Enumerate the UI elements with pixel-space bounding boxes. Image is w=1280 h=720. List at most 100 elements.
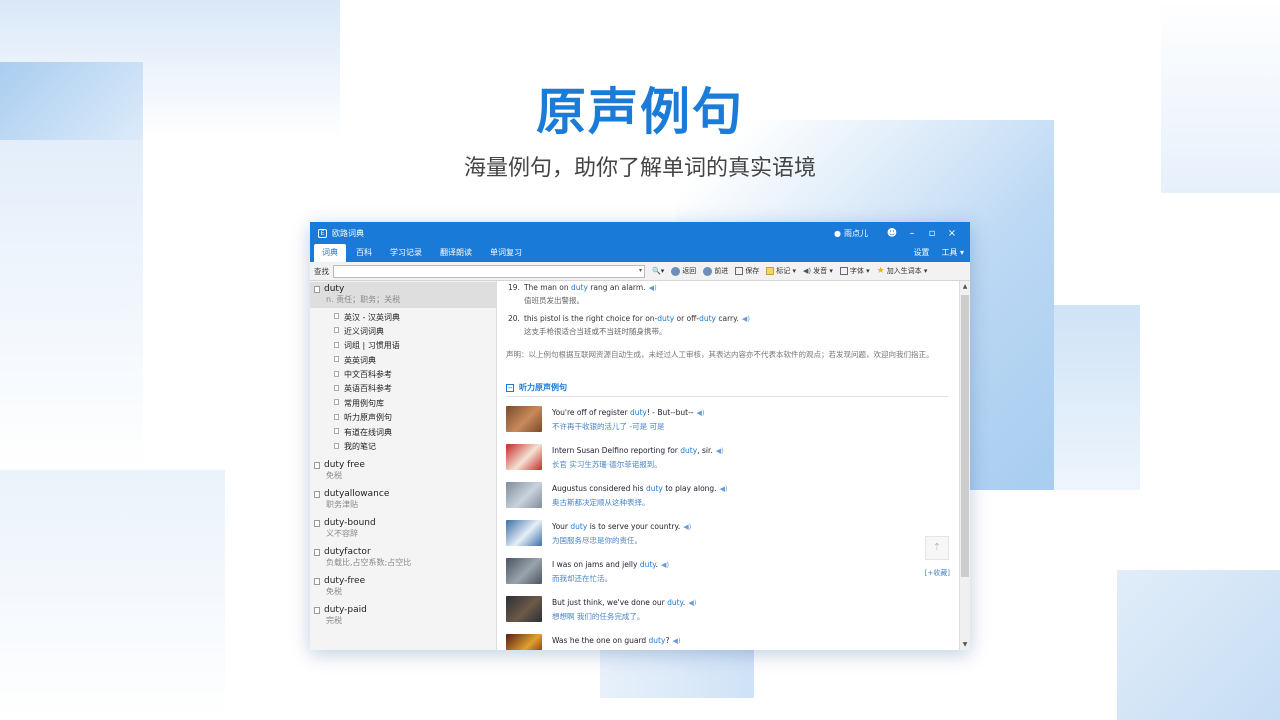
entry-word: dutyallowance (324, 489, 496, 499)
document-icon (334, 414, 339, 420)
user-account[interactable]: ● 雨点儿 (834, 228, 868, 239)
clip-text: Intern Susan Delfino reporting for (552, 446, 680, 455)
document-icon (314, 520, 320, 527)
clip-thumbnail[interactable] (506, 596, 542, 622)
clip-thumbnail[interactable] (506, 558, 542, 584)
speaker-icon[interactable]: ◀) (716, 447, 724, 455)
clip-thumbnail[interactable] (506, 520, 542, 546)
back-button[interactable]: 返回 (671, 266, 696, 276)
tab-review[interactable]: 单词复习 (482, 244, 530, 262)
section-header[interactable]: − 听力原声例句 (506, 382, 948, 397)
document-icon (314, 491, 320, 498)
clip-item[interactable]: But just think, we've done our duty.◀)想想… (506, 596, 970, 625)
source-item[interactable]: 有道在线词典 (310, 425, 496, 439)
search-options-button[interactable]: 🔍▾ (652, 267, 664, 275)
settings-menu[interactable]: 设置 (907, 247, 935, 262)
speak-button[interactable]: ◀)发音 ▾ (803, 266, 833, 276)
bg-block (0, 470, 225, 720)
clip-item[interactable]: Your duty is to serve your country.◀)为国服… (506, 520, 970, 549)
sentence-text: or off- (674, 314, 699, 323)
entry-definition: 职务津贴 (326, 499, 496, 510)
clip-item[interactable]: I was on jams and jelly duty.◀)而我却还在忙活。 (506, 558, 970, 587)
source-item[interactable]: 我的笔记 (310, 440, 496, 454)
scrollbar[interactable]: ▲ ▼ (959, 281, 970, 650)
speaker-icon[interactable]: ◀) (661, 561, 669, 569)
clip-thumbnail[interactable] (506, 406, 542, 432)
tools-menu[interactable]: 工具 ▾ (935, 247, 970, 262)
source-label: 我的笔记 (344, 442, 376, 451)
back-to-top-button[interactable]: ⇡ (925, 536, 949, 560)
speaker-icon[interactable]: ◀) (696, 409, 704, 417)
speaker-icon: ◀) (803, 267, 811, 275)
example-sentence: 20.this pistol is the right choice for o… (506, 314, 970, 337)
source-item[interactable]: 英汉 - 汉英词典 (310, 310, 496, 324)
clip-item[interactable]: Was he the one on guard duty?◀)就是那个守卫啊？ (506, 634, 970, 650)
section-title: 听力原声例句 (519, 382, 567, 393)
font-button[interactable]: 字体 ▾ (840, 266, 870, 276)
word-entry[interactable]: duty free免税 (310, 458, 496, 484)
clip-text: I was on jams and jelly (552, 560, 640, 569)
clip-item[interactable]: Augustus considered his duty to play alo… (506, 482, 970, 511)
clip-thumbnail[interactable] (506, 482, 542, 508)
speaker-icon[interactable]: ◀) (742, 315, 750, 323)
clip-item[interactable]: Intern Susan Delfino reporting for duty,… (506, 444, 970, 473)
font-icon (840, 267, 848, 275)
source-item[interactable]: 中文百科参考 (310, 368, 496, 382)
word-entry[interactable]: dutyfactor负载比,占空系数;占空比 (310, 545, 496, 571)
speaker-icon[interactable]: ◀) (683, 523, 691, 531)
forward-button[interactable]: 前进 (703, 266, 728, 276)
close-button[interactable]: × (942, 228, 962, 239)
save-button[interactable]: 保存 (735, 266, 759, 276)
search-dropdown-icon[interactable]: ▾ (639, 267, 642, 274)
tab-encyclopedia[interactable]: 百科 (348, 244, 380, 262)
feedback-icon[interactable]: ☻ (882, 228, 902, 239)
collapse-icon[interactable]: − (506, 384, 514, 392)
clip-thumbnail[interactable] (506, 634, 542, 650)
maximize-button[interactable]: ▫ (922, 228, 942, 239)
back-icon (671, 267, 680, 276)
tab-study-record[interactable]: 学习记录 (382, 244, 430, 262)
source-item[interactable]: 英英词典 (310, 353, 496, 367)
clip-item[interactable]: You're off of register duty! - But--but-… (506, 406, 970, 435)
source-item[interactable]: 听力原声例句 (310, 411, 496, 425)
speaker-icon[interactable]: ◀) (688, 599, 696, 607)
speaker-icon[interactable]: ◀) (672, 637, 680, 645)
source-label: 听力原声例句 (344, 413, 392, 422)
tab-translate[interactable]: 翻译朗读 (432, 244, 480, 262)
clip-translation: 为国服务尽忠是你的责任。 (552, 535, 691, 546)
highlight-word: duty (680, 446, 697, 455)
clip-translation: 长官 实习生苏珊·德尔菲诺报到。 (552, 459, 724, 470)
word-entry[interactable]: duty-free免税 (310, 574, 496, 600)
speaker-icon[interactable]: ◀) (720, 485, 728, 493)
source-label: 英汉 - 汉英词典 (344, 313, 400, 322)
document-icon (334, 443, 339, 449)
source-item[interactable]: 英语百科参考 (310, 382, 496, 396)
sentence-translation: 这支手枪很适合当班或不当班时随身携带。 (524, 326, 970, 337)
word-entry[interactable]: dutyallowance职务津贴 (310, 487, 496, 513)
scroll-up-icon[interactable]: ▲ (960, 281, 970, 292)
collect-link[interactable]: [+收藏] (925, 568, 950, 578)
entry-definition: 完税 (326, 615, 496, 626)
clip-text: ? (665, 636, 669, 645)
star-icon: ★ (877, 266, 885, 276)
minimize-button[interactable]: – (902, 228, 922, 239)
entry-definition: 义不容辞 (326, 528, 496, 539)
clip-thumbnail[interactable] (506, 444, 542, 470)
tab-dictionary[interactable]: 词典 (314, 244, 346, 262)
search-input[interactable]: ▾ (333, 265, 645, 278)
source-item[interactable]: 近义词词典 (310, 324, 496, 338)
highlight-word: duty (571, 283, 588, 292)
speaker-icon[interactable]: ◀) (649, 284, 657, 292)
word-entry-selected[interactable]: duty n. 责任；职务；关税 (310, 282, 496, 308)
source-item[interactable]: 常用例句库 (310, 396, 496, 410)
word-entry[interactable]: duty-paid完税 (310, 603, 496, 629)
clip-text: . (656, 560, 658, 569)
scroll-thumb[interactable] (961, 295, 969, 577)
add-vocab-button[interactable]: ★加入生词本 ▾ (877, 266, 928, 276)
scroll-down-icon[interactable]: ▼ (960, 639, 970, 650)
source-label: 近义词词典 (344, 327, 384, 336)
clip-text: ! - But--but-- (647, 408, 694, 417)
source-item[interactable]: 词组 | 习惯用语 (310, 339, 496, 353)
word-entry[interactable]: duty-bound义不容辞 (310, 516, 496, 542)
mark-button[interactable]: 标记 ▾ (766, 266, 796, 276)
